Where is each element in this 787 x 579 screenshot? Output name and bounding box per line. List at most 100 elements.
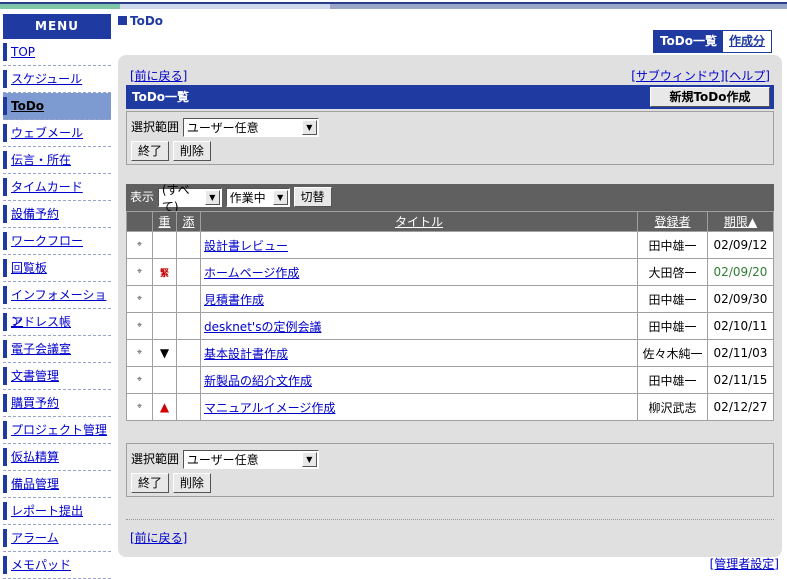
todo-title-link[interactable]: desknet'sの定例会議 [204, 320, 321, 334]
pin-icon: ⌖ [126, 393, 153, 421]
sidebar-item-information[interactable]: インフォメーション [3, 282, 111, 328]
todo-title-link[interactable]: 新製品の紹介文作成 [204, 374, 312, 388]
todo-title-link[interactable]: マニュアルイメージ作成 [204, 401, 335, 415]
back-link-bottom[interactable]: [前に戻る] [130, 531, 187, 545]
col-title[interactable]: タイトル [200, 211, 638, 232]
sidebar-link[interactable]: 設備予約 [11, 207, 59, 221]
due-cell: 02/09/20 [707, 258, 774, 286]
registrant-cell: 佐々木純一 [637, 339, 708, 367]
delete-button[interactable]: 削除 [172, 141, 211, 161]
table-header-row: 重 添 タイトル 登録者 期限▲ [126, 211, 774, 232]
todo-title-link[interactable]: 設計書レビュー [204, 239, 288, 253]
sidebar-link[interactable]: 購買予約 [11, 396, 59, 410]
dropdown-arrow-icon: ▼ [301, 120, 317, 135]
due-cell: 02/09/30 [707, 285, 774, 313]
low-priority-icon: ▼ [152, 339, 177, 367]
todo-title-link[interactable]: 見積書作成 [204, 293, 264, 307]
sidebar-item-memopad[interactable]: メモパッド [3, 552, 111, 579]
due-cell: 02/11/03 [707, 339, 774, 367]
sidebar-link[interactable]: メモパッド [11, 558, 71, 572]
due-cell: 02/09/12 [707, 231, 774, 259]
urgent-badge: 緊 [152, 258, 177, 286]
subwindow-link[interactable]: [サブウィンドウ] [631, 69, 724, 83]
range-select[interactable]: ユーザー任意 ▼ [182, 118, 319, 137]
sidebar-item-address[interactable]: アドレス帳 [3, 309, 111, 336]
sidebar-item-project[interactable]: プロジェクト管理 [3, 417, 111, 444]
menu-title: MENU [3, 14, 111, 39]
sidebar-item-circular[interactable]: 回覧板 [3, 255, 111, 282]
col-registrant[interactable]: 登録者 [637, 211, 708, 232]
todo-title-link[interactable]: ホームページ作成 [204, 266, 299, 280]
sidebar-link[interactable]: 文書管理 [11, 369, 59, 383]
registrant-cell: 田中雄一 [637, 366, 708, 394]
section-title: ToDo一覧 [132, 90, 190, 104]
sidebar-link[interactable]: タイムカード [11, 180, 83, 194]
sidebar-item-equipment[interactable]: 備品管理 [3, 471, 111, 498]
admin-settings-link[interactable]: [管理者設定] [710, 557, 779, 571]
sidebar-item-documents[interactable]: 文書管理 [3, 363, 111, 390]
switch-button[interactable]: 切替 [293, 187, 332, 207]
sidebar-link[interactable]: ウェブメール [11, 126, 83, 140]
sidebar-item-message[interactable]: 伝言・所在 [3, 147, 111, 174]
back-link[interactable]: [前に戻る] [130, 69, 187, 83]
sidebar-item-expense[interactable]: 仮払精算 [3, 444, 111, 471]
title-cell: マニュアルイメージ作成 [200, 393, 638, 421]
sidebar-link[interactable]: スケジュール [11, 72, 82, 86]
sidebar-link[interactable]: アラーム [11, 531, 59, 545]
pin-icon: ⌖ [126, 339, 153, 367]
sidebar-item-todo[interactable]: ToDo [3, 93, 111, 120]
table-row: ⌖ ▲ マニュアルイメージ作成 柳沢武志 02/12/27 [126, 393, 774, 421]
sidebar-link[interactable]: レポート提出 [11, 504, 83, 518]
help-link[interactable]: [ヘルプ] [725, 69, 770, 83]
sidebar-link[interactable]: プロジェクト管理 [11, 423, 107, 437]
col-attach[interactable]: 添 [176, 211, 201, 232]
sidebar-item-report[interactable]: レポート提出 [3, 498, 111, 525]
sidebar-item-timecard[interactable]: タイムカード [3, 174, 111, 201]
table-row: ⌖ 緊 ホームページ作成 大田啓一 02/09/20 [126, 258, 774, 286]
sidebar-item-schedule[interactable]: スケジュール [3, 66, 111, 93]
status-select[interactable]: 作業中 ▼ [225, 188, 290, 207]
sidebar-link[interactable]: アドレス帳 [11, 315, 71, 329]
finish-button[interactable]: 終了 [131, 141, 170, 161]
registrant-cell: 田中雄一 [637, 312, 708, 340]
sidebar-link[interactable]: TOP [11, 45, 35, 59]
pin-icon: ⌖ [126, 258, 153, 286]
bottom-links: [前に戻る] [130, 529, 187, 546]
sidebar-link[interactable]: 備品管理 [11, 477, 59, 491]
top-action-box: 選択範囲 ユーザー任意 ▼ 終了 削除 [126, 111, 774, 165]
new-todo-button[interactable]: 新規ToDo作成 [650, 87, 770, 107]
tab-todo-list[interactable]: ToDo一覧 [653, 31, 723, 52]
sidebar-link[interactable]: ワークフロー [11, 234, 83, 248]
range-select-bottom[interactable]: ユーザー任意 ▼ [182, 450, 319, 469]
tab-created[interactable]: 作成分 [722, 31, 771, 52]
divider [126, 519, 774, 520]
table-row: ⌖ 設計書レビュー 田中雄一 02/09/12 [126, 231, 774, 259]
todo-title-link[interactable]: 基本設計書作成 [204, 347, 288, 361]
sidebar-link[interactable]: ToDo [11, 99, 44, 113]
sidebar-link[interactable]: 回覧板 [11, 261, 47, 275]
sidebar-link[interactable]: 仮払精算 [11, 450, 59, 464]
delete-button-bottom[interactable]: 削除 [172, 473, 211, 493]
registrant-cell: 田中雄一 [637, 285, 708, 313]
sidebar-item-alarm[interactable]: アラーム [3, 525, 111, 552]
col-priority[interactable]: 重 [152, 211, 177, 232]
priority-cell [152, 312, 177, 340]
main-panel: [前に戻る] [サブウィンドウ][ヘルプ] ToDo一覧 新規ToDo作成 選択… [118, 55, 782, 557]
sidebar-item-facility[interactable]: 設備予約 [3, 201, 111, 228]
sidebar-item-purchase[interactable]: 購買予約 [3, 390, 111, 417]
title-cell: 基本設計書作成 [200, 339, 638, 367]
sidebar-item-meeting[interactable]: 電子会議室 [3, 336, 111, 363]
sidebar-link[interactable]: 伝言・所在 [11, 153, 71, 167]
sidebar-item-workflow[interactable]: ワークフロー [3, 228, 111, 255]
display-select[interactable]: (すべて) ▼ [157, 183, 222, 214]
display-label: 表示 [130, 190, 155, 204]
col-due[interactable]: 期限▲ [707, 211, 774, 232]
dropdown-arrow-icon: ▼ [272, 190, 288, 205]
range-select-value: ユーザー任意 [186, 121, 259, 135]
sidebar-item-top[interactable]: TOP [3, 39, 111, 66]
sidebar-menu: MENU TOP スケジュール ToDo ウェブメール 伝言・所在 タイムカード… [0, 14, 112, 579]
sidebar-item-webmail[interactable]: ウェブメール [3, 120, 111, 147]
attach-cell [176, 231, 201, 259]
finish-button-bottom[interactable]: 終了 [131, 473, 170, 493]
sidebar-link[interactable]: 電子会議室 [11, 342, 71, 356]
